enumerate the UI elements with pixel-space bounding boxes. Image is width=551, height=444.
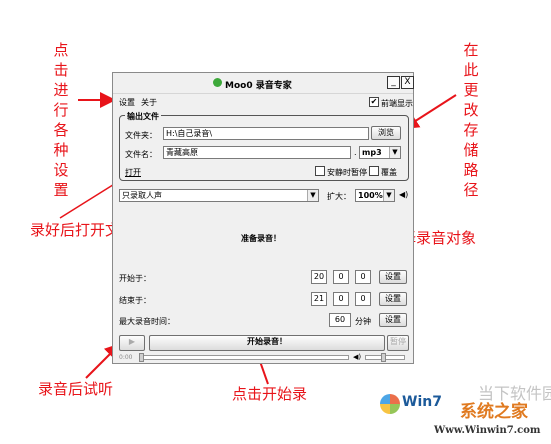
start-recording-button[interactable]: 开始录音！ — [149, 335, 385, 351]
end-minute-field[interactable]: 0 — [333, 292, 349, 306]
speaker-icon: ◀) — [399, 190, 409, 199]
browse-button[interactable]: 浏览 — [371, 126, 401, 140]
max-duration-field[interactable]: 60 — [329, 313, 351, 327]
source-select[interactable]: 只录取人声 ▼ — [119, 189, 319, 202]
minimize-button[interactable]: _ — [387, 76, 400, 89]
watermark-brand-b: 系统之家 — [460, 402, 528, 422]
chevron-down-icon: ▼ — [389, 147, 400, 158]
end-second-field[interactable]: 0 — [355, 292, 371, 306]
extension-dot: . — [354, 148, 357, 157]
end-hour-field[interactable]: 21 — [311, 292, 327, 306]
source-value: 只录取人声 — [122, 191, 162, 200]
start-time-label: 开始于： — [119, 274, 151, 283]
max-duration-unit: 分钟 — [355, 317, 371, 326]
overwrite-label: 覆盖 — [381, 168, 397, 177]
zoom-select[interactable]: 100% ▼ — [355, 189, 395, 202]
start-second-field[interactable]: 0 — [355, 270, 371, 284]
start-time-set-button[interactable]: 设置 — [379, 270, 407, 284]
status-text: 准备录音！ — [241, 234, 281, 243]
volume-slider-thumb[interactable] — [381, 353, 386, 362]
output-file-legend: 输出文件 — [125, 111, 161, 122]
annotation-listen: 录音后试听 — [38, 380, 114, 398]
watermark-url: Www.Winwin7.com — [434, 425, 541, 436]
watermark-brand-a: Win7 — [402, 394, 442, 410]
seek-bar[interactable] — [139, 355, 349, 360]
pause-on-silence-checkbox[interactable] — [315, 166, 325, 176]
title-bar: Moo0 录音专家 _ X — [113, 73, 414, 94]
close-button[interactable]: X — [401, 76, 414, 89]
zoom-label: 扩大： — [327, 192, 351, 201]
annotation-start: 点击开始录 — [232, 385, 308, 403]
format-select[interactable]: mp3 ▼ — [359, 146, 401, 159]
seek-bar-thumb[interactable] — [139, 353, 144, 362]
filename-label: 文件名： — [125, 150, 157, 159]
chevron-down-icon: ▼ — [383, 190, 394, 201]
playback-time: 0:00 — [119, 354, 133, 361]
recorder-window: Moo0 录音专家 _ X 设置 关于 ✔ 前端显示 输出文件 文件夹： H:\… — [112, 72, 414, 364]
zoom-value: 100% — [358, 191, 383, 200]
menu-about[interactable]: 关于 — [141, 97, 157, 108]
stop-button[interactable]: 暂停 — [387, 335, 409, 351]
window-title: Moo0 录音专家 — [225, 81, 292, 91]
max-duration-label: 最大录音时间： — [119, 317, 175, 326]
end-time-label: 结束于： — [119, 296, 151, 305]
app-logo-icon — [213, 78, 222, 87]
chevron-down-icon: ▼ — [307, 190, 318, 201]
annotation-save-path: 在此更改存储路径 — [463, 41, 479, 199]
play-button[interactable]: ▶ — [119, 335, 145, 351]
topmost-checkbox[interactable]: ✔ — [369, 97, 379, 107]
filename-field[interactable]: 青藏高原 — [163, 146, 351, 159]
windows-logo-icon — [380, 394, 400, 414]
start-minute-field[interactable]: 0 — [333, 270, 349, 284]
menu-settings[interactable]: 设置 — [119, 97, 135, 108]
start-hour-field[interactable]: 20 — [311, 270, 327, 284]
max-duration-set-button[interactable]: 设置 — [379, 313, 407, 327]
format-value: mp3 — [362, 148, 382, 157]
volume-icon: ◀) — [353, 353, 362, 361]
end-time-set-button[interactable]: 设置 — [379, 292, 407, 306]
topmost-label: 前端显示 — [381, 99, 413, 108]
open-folder-link[interactable]: 打开 — [125, 167, 141, 178]
overwrite-checkbox[interactable] — [369, 166, 379, 176]
folder-path-field[interactable]: H:\自己录音\ — [163, 127, 369, 140]
pause-on-silence-label: 安静时暂停 — [327, 168, 367, 177]
folder-label: 文件夹： — [125, 131, 157, 140]
annotation-settings: 点击进行各种设置 — [53, 41, 69, 199]
